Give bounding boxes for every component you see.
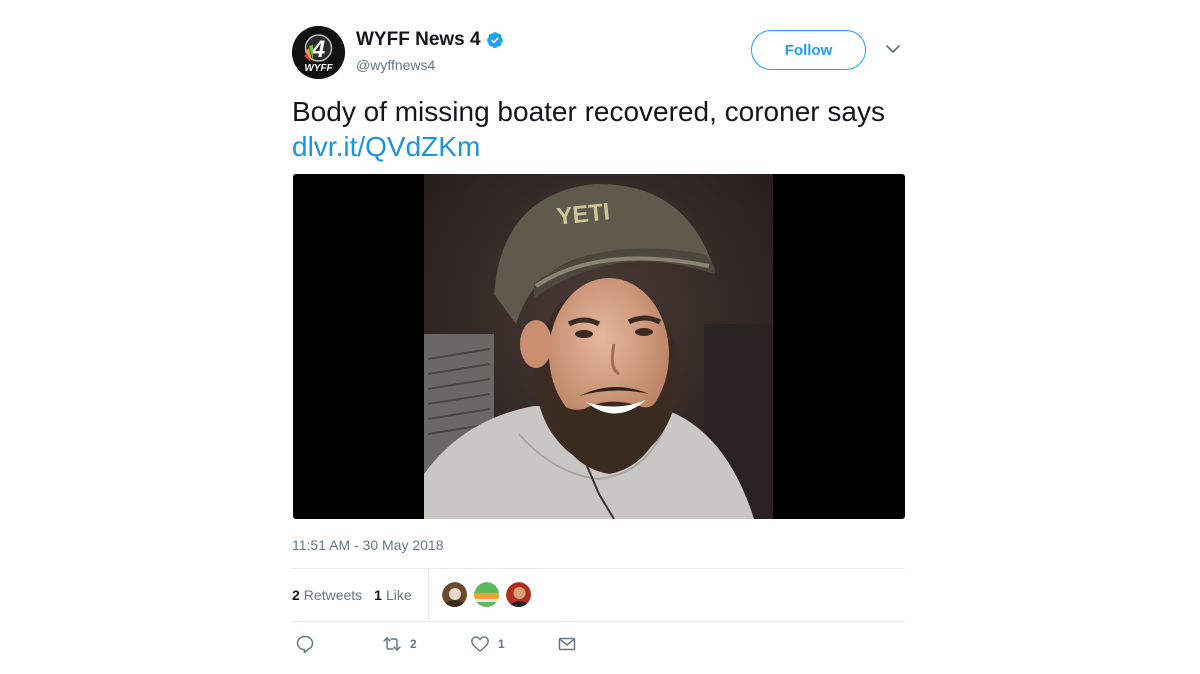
hat-logo: YETI: [555, 198, 611, 230]
tweet-timestamp[interactable]: 11:51 AM - 30 May 2018: [292, 537, 444, 553]
tweet-card: 4 WYFF WYFF News 4 @wyffnews4 Follow Bod…: [292, 24, 905, 654]
liker-avatar[interactable]: [505, 581, 532, 608]
like-count: 1: [498, 637, 505, 651]
tweet-stats: 2 Retweets 1 Like: [292, 569, 905, 621]
tweet-header: 4 WYFF WYFF News 4 @wyffnews4 Follow: [292, 24, 905, 82]
follow-button[interactable]: Follow: [751, 30, 866, 70]
retweets-stat[interactable]: 2 Retweets: [292, 587, 362, 603]
tweet-text: Body of missing boater recovered, corone…: [292, 94, 905, 164]
divider: [428, 569, 429, 621]
envelope-icon: [558, 637, 576, 651]
divider: [292, 621, 905, 622]
tweet-link[interactable]: dlvr.it/QVdZKm: [292, 131, 480, 162]
tweet-photo[interactable]: YETI: [293, 174, 905, 519]
account-handle[interactable]: @wyffnews4: [356, 57, 435, 73]
reply-icon: [296, 635, 314, 654]
chevron-down-icon[interactable]: [886, 44, 900, 54]
likes-stat[interactable]: 1 Like: [374, 587, 411, 603]
likes-label: Like: [385, 587, 412, 603]
retweet-count: 2: [410, 637, 417, 651]
liker-avatar[interactable]: [473, 581, 500, 608]
name-row: WYFF News 4: [356, 29, 504, 51]
retweets-count: 2: [292, 587, 300, 603]
avatar-text: WYFF: [304, 63, 333, 74]
heart-icon: [471, 636, 489, 652]
direct-message-button[interactable]: [557, 634, 577, 654]
tweet-body: Body of missing boater recovered, corone…: [292, 96, 885, 127]
tweet-actions: 2 1: [292, 634, 905, 656]
retweet-icon: [383, 637, 401, 651]
verified-badge-icon: [486, 32, 503, 48]
photo-image: YETI: [424, 174, 773, 519]
display-name[interactable]: WYFF News 4: [356, 29, 481, 51]
avatar[interactable]: 4 WYFF: [292, 26, 345, 79]
liker-avatars: [441, 581, 537, 608]
retweets-label: Retweets: [303, 587, 363, 603]
liker-avatar[interactable]: [441, 581, 468, 608]
likes-count: 1: [374, 587, 382, 603]
reply-button[interactable]: [295, 634, 315, 654]
retweet-button[interactable]: 2: [382, 634, 417, 654]
like-button[interactable]: 1: [470, 634, 505, 654]
